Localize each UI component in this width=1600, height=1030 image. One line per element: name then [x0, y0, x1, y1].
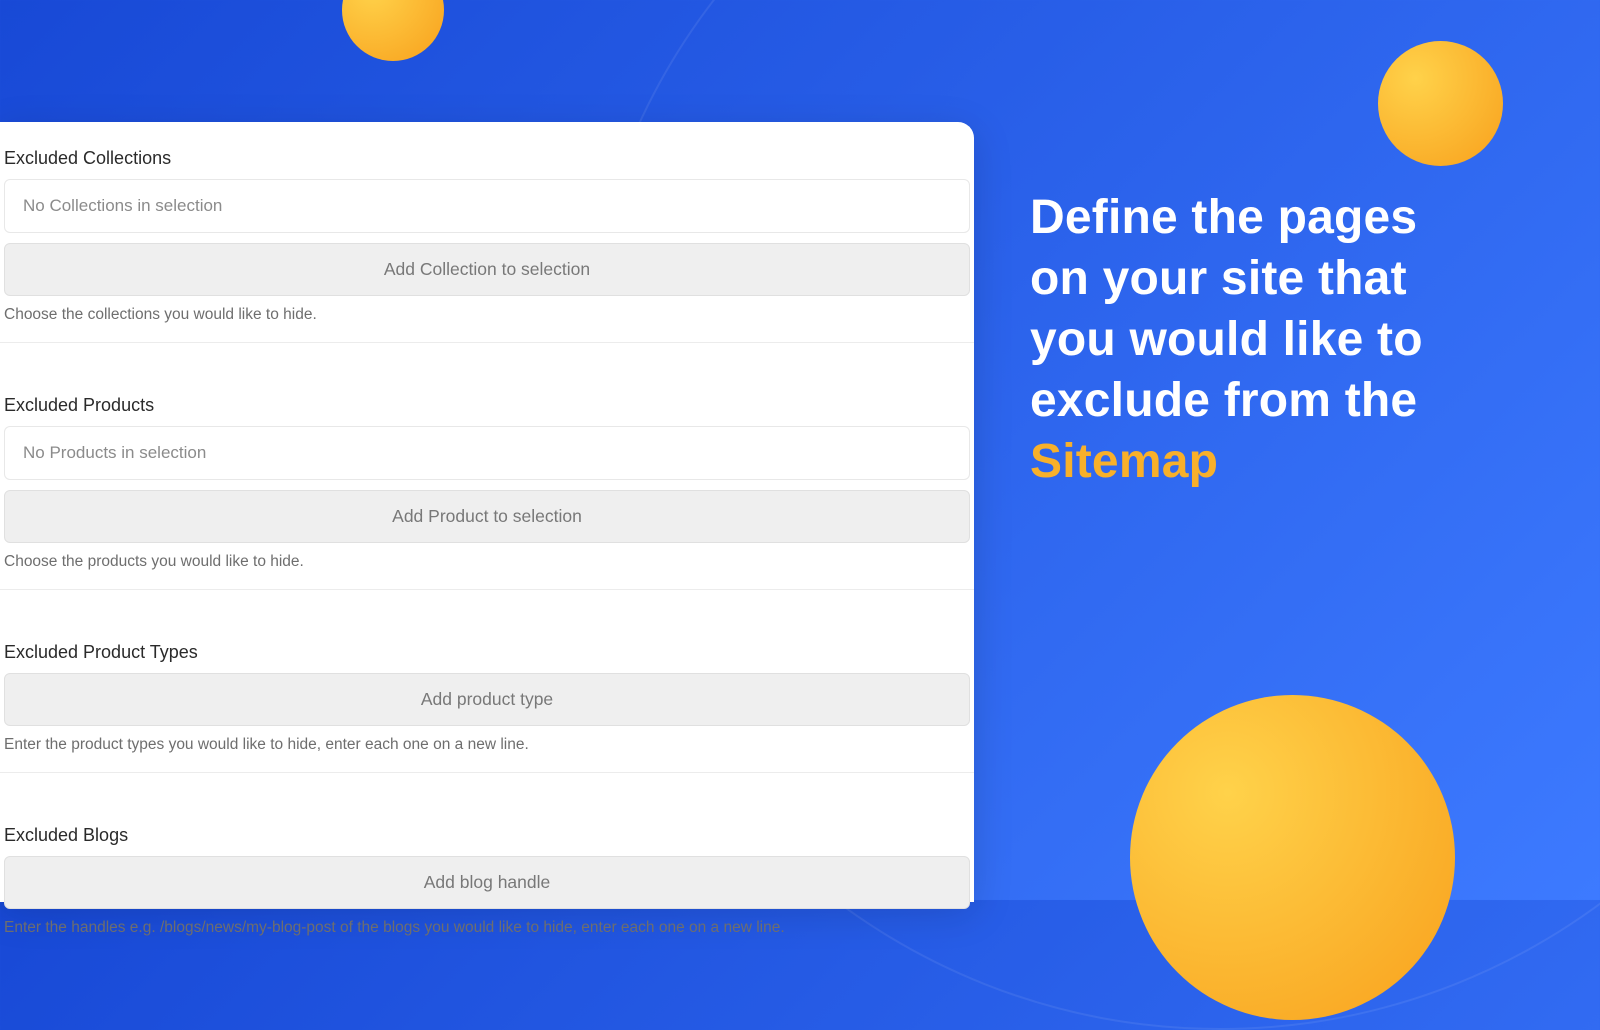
add-collection-button[interactable]: Add Collection to selection [4, 243, 970, 296]
excluded-blogs-title: Excluded Blogs [0, 825, 974, 846]
excluded-collections-title: Excluded Collections [0, 148, 974, 169]
section-divider [0, 772, 974, 773]
collections-help-text: Choose the collections you would like to… [4, 306, 974, 324]
settings-panel: Excluded Collections No Collections in s… [0, 122, 974, 902]
add-product-button[interactable]: Add Product to selection [4, 490, 970, 543]
excluded-product-types-section: Excluded Product Types Add product type … [0, 642, 974, 819]
headline-line2: on your site that [1030, 252, 1407, 305]
headline-line4: exclude from the [1030, 374, 1417, 427]
add-blog-handle-button[interactable]: Add blog handle [4, 856, 970, 909]
product-types-help-text: Enter the product types you would like t… [4, 736, 974, 754]
excluded-products-title: Excluded Products [0, 395, 974, 416]
headline-line1: Define the pages [1030, 191, 1417, 244]
marketing-headline: Define the pages on your site that you w… [1030, 188, 1570, 493]
excluded-collections-section: Excluded Collections No Collections in s… [0, 148, 974, 389]
section-divider [0, 589, 974, 590]
products-selection-box[interactable]: No Products in selection [4, 426, 970, 480]
headline-accent: Sitemap [1030, 435, 1218, 488]
decorative-circle-bottom [1130, 695, 1455, 1020]
section-divider [0, 342, 974, 343]
collections-selection-box[interactable]: No Collections in selection [4, 179, 970, 233]
excluded-products-section: Excluded Products No Products in selecti… [0, 395, 974, 636]
excluded-blogs-section: Excluded Blogs Add blog handle Enter the… [0, 825, 974, 979]
decorative-circle-top [342, 0, 444, 61]
decorative-circle-right [1378, 41, 1503, 166]
products-help-text: Choose the products you would like to hi… [4, 553, 974, 571]
headline-line3: you would like to [1030, 313, 1423, 366]
add-product-type-button[interactable]: Add product type [4, 673, 970, 726]
blogs-help-text: Enter the handles e.g. /blogs/news/my-bl… [4, 919, 974, 937]
excluded-product-types-title: Excluded Product Types [0, 642, 974, 663]
